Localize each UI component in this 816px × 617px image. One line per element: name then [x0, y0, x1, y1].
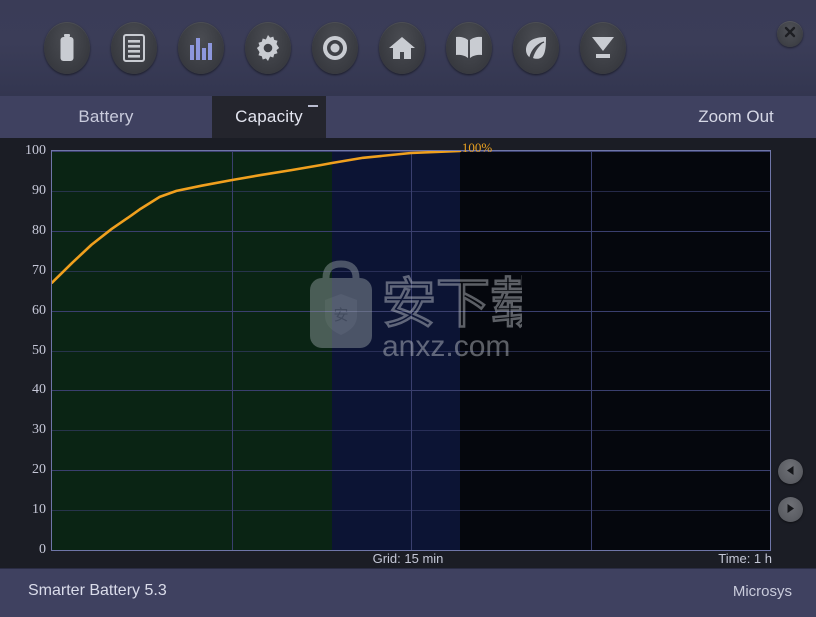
bar-chart-icon — [189, 36, 213, 60]
tab-capacity-label: Capacity — [235, 107, 303, 126]
series-line-capacity — [52, 151, 462, 284]
y-tick-10: 10 — [32, 502, 46, 518]
toolbar-button-power-save[interactable] — [513, 22, 559, 74]
arrow-left-icon — [785, 463, 796, 481]
list-icon — [123, 34, 145, 62]
y-tick-100: 100 — [25, 143, 46, 158]
plot-canvas[interactable] — [51, 150, 771, 551]
chart-footer: Grid: 15 min Time: 1 h — [0, 551, 816, 568]
toolbar-button-home[interactable] — [379, 22, 425, 74]
close-button[interactable] — [777, 21, 803, 47]
gear-icon — [255, 35, 281, 61]
tab-battery-label: Battery — [78, 107, 134, 126]
toolbar-button-details[interactable] — [111, 22, 157, 74]
zoom-out-button[interactable]: Zoom Out — [656, 96, 816, 138]
toolbar-button-settings[interactable] — [245, 22, 291, 74]
y-tick-20: 20 — [32, 462, 46, 478]
battery-icon — [59, 34, 75, 62]
toolbar-button-battery[interactable] — [44, 22, 90, 74]
toolbar-button-group — [44, 22, 626, 74]
app-window: Battery Capacity Zoom Out 0 10 20 30 40 50 60 7… — [0, 0, 816, 617]
peak-annotation: 100% — [461, 140, 493, 155]
toolbar-button-help[interactable] — [446, 22, 492, 74]
target-icon — [322, 35, 348, 61]
tab-capacity-marker — [308, 105, 318, 107]
app-name-label: Smarter Battery 5.3 — [28, 582, 167, 599]
y-tick-60: 60 — [32, 302, 46, 318]
toolbar-button-charts[interactable] — [178, 22, 224, 74]
scroll-back-button[interactable] — [778, 459, 803, 484]
tab-capacity[interactable]: Capacity — [212, 96, 326, 138]
toolbar-button-minimize[interactable] — [580, 22, 626, 74]
y-tick-50: 50 — [32, 342, 46, 358]
y-axis-labels: 0 10 20 30 40 50 60 70 80 90 100 — [0, 144, 46, 557]
home-icon — [389, 36, 415, 60]
y-tick-90: 90 — [32, 182, 46, 198]
y-tick-80: 80 — [32, 222, 46, 238]
zoom-out-label: Zoom Out — [698, 107, 774, 126]
leaf-icon — [523, 35, 549, 61]
toolbar-button-calibrate[interactable] — [312, 22, 358, 74]
tab-bar: Battery Capacity Zoom Out — [0, 96, 816, 139]
scroll-forward-button[interactable] — [778, 497, 803, 522]
chart-area: 0 10 20 30 40 50 60 70 80 90 100 100% Grid: 15 min… — [0, 138, 816, 568]
vendor-label: Microsys — [732, 583, 792, 600]
y-tick-30: 30 — [32, 422, 46, 438]
y-tick-40: 40 — [32, 382, 46, 398]
funnel-down-icon — [590, 35, 616, 61]
capacity-series — [52, 151, 462, 284]
status-bar: Smarter Battery 5.3 Microsys — [0, 568, 816, 617]
tab-battery[interactable]: Battery — [0, 96, 212, 138]
close-icon — [783, 25, 797, 44]
arrow-right-icon — [785, 501, 796, 519]
toolbar — [0, 0, 816, 97]
grid-interval-label: Grid: 15 min — [372, 551, 444, 566]
time-span-label: Time: 1 h — [718, 551, 772, 566]
book-icon — [455, 36, 483, 60]
y-tick-70: 70 — [32, 262, 46, 278]
